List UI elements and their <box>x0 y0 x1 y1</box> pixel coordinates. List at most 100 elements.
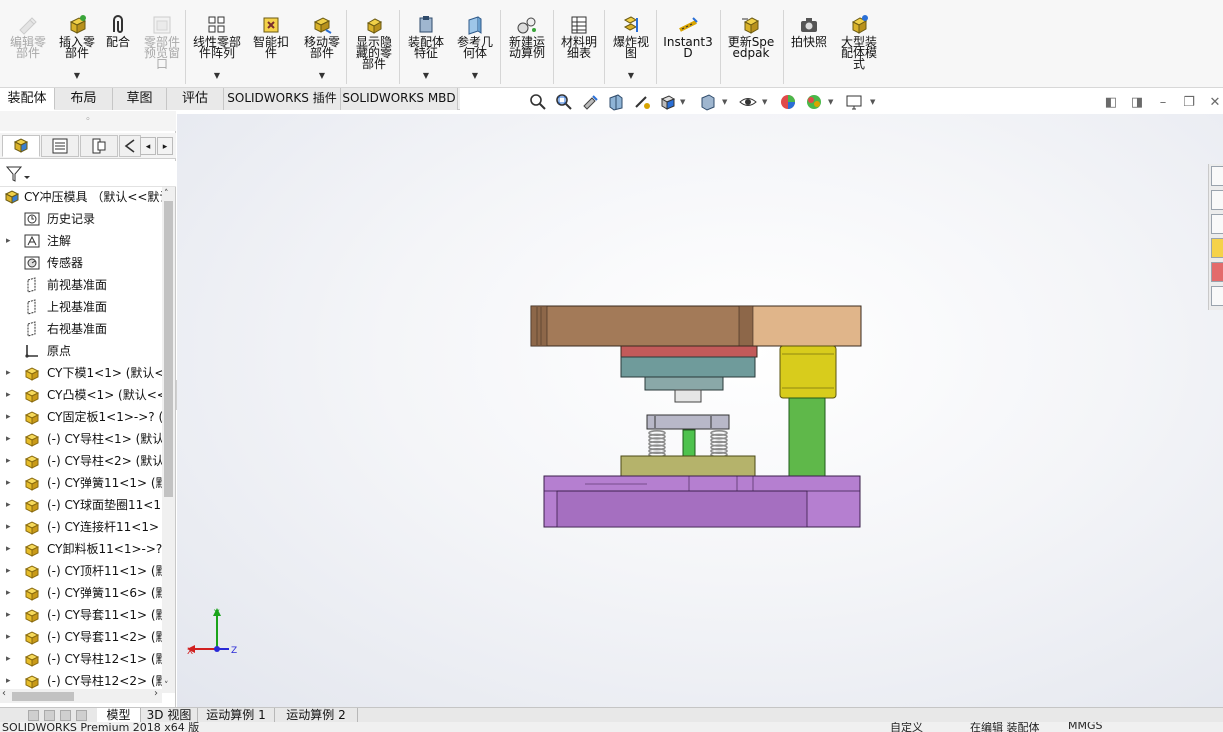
expand-arrow-icon[interactable]: ▸ <box>6 538 14 560</box>
linear-pattern-dropdown-icon[interactable]: ▼ <box>190 72 244 80</box>
scroll-left-icon[interactable]: ‹ <box>2 688 6 699</box>
view-palette-icon[interactable] <box>1211 238 1223 258</box>
component-preview-button[interactable]: 零部件预览窗口 <box>137 8 187 86</box>
dimxpert-manager-tab[interactable] <box>119 135 141 157</box>
hide-show-dropdown-icon[interactable]: ▼ <box>762 98 767 106</box>
configuration-manager-tab[interactable] <box>80 135 118 157</box>
restore-icon[interactable]: ❐ <box>1182 96 1196 110</box>
expand-arrow-icon[interactable]: ▸ <box>6 516 14 538</box>
guide-pillar[interactable] <box>788 397 826 477</box>
stripper-plate[interactable] <box>620 356 756 378</box>
reference-geometry-dropdown-icon[interactable]: ▼ <box>450 72 500 80</box>
bill-of-materials-button[interactable]: 材料明细表 <box>554 8 604 86</box>
tree-vertical-scroll-thumb[interactable] <box>164 201 173 497</box>
tree-item[interactable]: ▸ CY凸模<1> (默认<< <box>0 384 162 406</box>
scroll-down-icon[interactable]: ˅ <box>164 681 169 691</box>
update-speedpak-button[interactable]: 更新Speedpak <box>723 8 779 86</box>
design-library-icon[interactable] <box>1211 190 1223 210</box>
tree-item[interactable]: ▸ (-) CY导柱<1> (默认 <box>0 428 162 450</box>
expand-arrow-icon[interactable]: ▸ <box>6 604 14 626</box>
tile-left-icon[interactable]: ◧ <box>1104 96 1118 110</box>
exploded-view-button[interactable]: 爆炸视图 ▼ <box>606 8 656 86</box>
tab-scroll-left-icon[interactable]: ◂ <box>140 137 156 155</box>
reference-geometry-button[interactable]: 参考几何体 ▼ <box>450 8 500 86</box>
tab-evaluate[interactable]: 评估 <box>167 88 224 110</box>
upper-die-plate[interactable] <box>530 305 862 347</box>
first-tab-icon[interactable] <box>28 710 39 721</box>
tree-item[interactable]: ▸ CY卸料板11<1>->? <box>0 538 162 560</box>
tree-item[interactable]: ▸ (-) CY连接杆11<1> ( <box>0 516 162 538</box>
exploded-view-dropdown-icon[interactable]: ▼ <box>606 72 656 80</box>
tab-model[interactable]: 模型 <box>97 708 141 723</box>
solidworks-resources-icon[interactable] <box>1211 166 1223 186</box>
panel-grip-icon[interactable]: ◦ <box>0 111 176 131</box>
expand-arrow-icon[interactable]: ▸ <box>6 450 14 472</box>
tree-item[interactable]: ▸ (-) CY球面垫圈11<1 <box>0 494 162 516</box>
tab-motion-study-2[interactable]: 运动算例 2 <box>275 708 358 723</box>
tree-item[interactable]: 上视基准面 <box>0 296 162 318</box>
expand-arrow-icon[interactable]: ▸ <box>6 428 14 450</box>
tree-item[interactable]: ▸ (-) CY导套11<2> (默 <box>0 626 162 648</box>
tree-item[interactable]: ▸ (-) CY导套11<1> (默 <box>0 604 162 626</box>
close-icon[interactable]: ✕ <box>1208 96 1222 110</box>
feature-manager-tab[interactable] <box>2 135 40 157</box>
lower-die-plate[interactable] <box>543 475 861 528</box>
expand-arrow-icon[interactable]: ▸ <box>6 626 14 648</box>
expand-arrow-icon[interactable]: ▸ <box>6 560 14 582</box>
expand-arrow-icon[interactable]: ▸ <box>6 230 14 252</box>
apply-scene-dropdown-icon[interactable]: ▼ <box>828 98 833 106</box>
display-style-dropdown-icon[interactable]: ▼ <box>722 98 727 106</box>
assembly-features-dropdown-icon[interactable]: ▼ <box>401 72 451 80</box>
display-style-icon[interactable] <box>698 92 718 112</box>
new-motion-study-button[interactable]: 新建运动算例 <box>502 8 552 86</box>
tab-motion-study-1[interactable]: 运动算例 1 <box>198 708 275 723</box>
scroll-up-icon[interactable]: ˄ <box>164 189 169 199</box>
status-custom[interactable]: 自定义 <box>890 722 923 732</box>
tree-root-assembly[interactable]: CY冲压模具 （默认<<默认> <box>0 187 162 208</box>
tab-scroll-right-icon[interactable]: ▸ <box>157 137 173 155</box>
next-tab-icon[interactable] <box>60 710 71 721</box>
view-settings-icon[interactable] <box>844 92 864 112</box>
tree-item[interactable]: ▸ CY下模1<1> (默认< <box>0 362 162 384</box>
tree-horizontal-scrollbar[interactable]: ‹ › <box>0 688 162 703</box>
zoom-to-area-icon[interactable] <box>554 92 574 112</box>
hide-show-items-icon[interactable] <box>738 92 758 112</box>
mate-button[interactable]: 配合 <box>96 8 140 86</box>
tree-item[interactable]: ▸ CY固定板1<1>->? ( <box>0 406 162 428</box>
expand-arrow-icon[interactable]: ▸ <box>6 494 14 516</box>
punch-tip[interactable] <box>674 389 702 403</box>
take-snapshot-button[interactable]: 拍快照 <box>786 8 832 86</box>
large-assembly-mode-button[interactable]: 大型装配体模式 <box>834 8 884 86</box>
tree-vertical-scrollbar[interactable]: ˄ ˅ <box>162 187 175 693</box>
tile-right-icon[interactable]: ◨ <box>1130 96 1144 110</box>
tree-item[interactable]: ▸ (-) CY导柱<2> (默认 <box>0 450 162 472</box>
edit-component-button[interactable]: 编辑零部件 <box>3 8 53 86</box>
status-units[interactable]: MMGS <box>1068 722 1103 732</box>
smart-fasteners-button[interactable]: 智能扣件 <box>248 8 294 86</box>
appearances-icon[interactable] <box>1211 262 1223 282</box>
assembly-features-button[interactable]: 装配体特征 ▼ <box>401 8 451 86</box>
punch-holder-plate[interactable] <box>620 345 758 358</box>
tree-item[interactable]: 右视基准面 <box>0 318 162 340</box>
tab-assembly[interactable]: 装配体 <box>0 88 55 110</box>
tab-layout[interactable]: 布局 <box>55 88 113 110</box>
tree-item[interactable]: 前视基准面 <box>0 274 162 296</box>
punch-retainer[interactable] <box>644 376 724 391</box>
zoom-to-fit-icon[interactable] <box>528 92 548 112</box>
graphics-area[interactable]: Y X Z <box>177 114 1223 707</box>
view-settings-dropdown-icon[interactable]: ▼ <box>870 98 875 106</box>
tree-item[interactable]: ▸ (-) CY弹簧11<6> (默 <box>0 582 162 604</box>
move-component-button[interactable]: 移动零部件 ▼ <box>297 8 347 86</box>
tree-item[interactable]: 原点 <box>0 340 162 362</box>
view-orientation-dropdown-icon[interactable]: ▼ <box>680 98 685 106</box>
property-manager-tab[interactable] <box>41 135 79 157</box>
section-view-icon[interactable] <box>606 92 626 112</box>
tree-item[interactable]: ▸ (-) CY顶杆11<1> (默 <box>0 560 162 582</box>
custom-properties-icon[interactable] <box>1211 286 1223 306</box>
ejector-rod[interactable] <box>682 429 696 457</box>
view-orientation-icon[interactable] <box>658 92 678 112</box>
tree-item[interactable]: 历史记录 <box>0 208 162 230</box>
expand-arrow-icon[interactable]: ▸ <box>6 384 14 406</box>
filter-icon[interactable] <box>5 165 31 183</box>
expand-arrow-icon[interactable]: ▸ <box>6 582 14 604</box>
